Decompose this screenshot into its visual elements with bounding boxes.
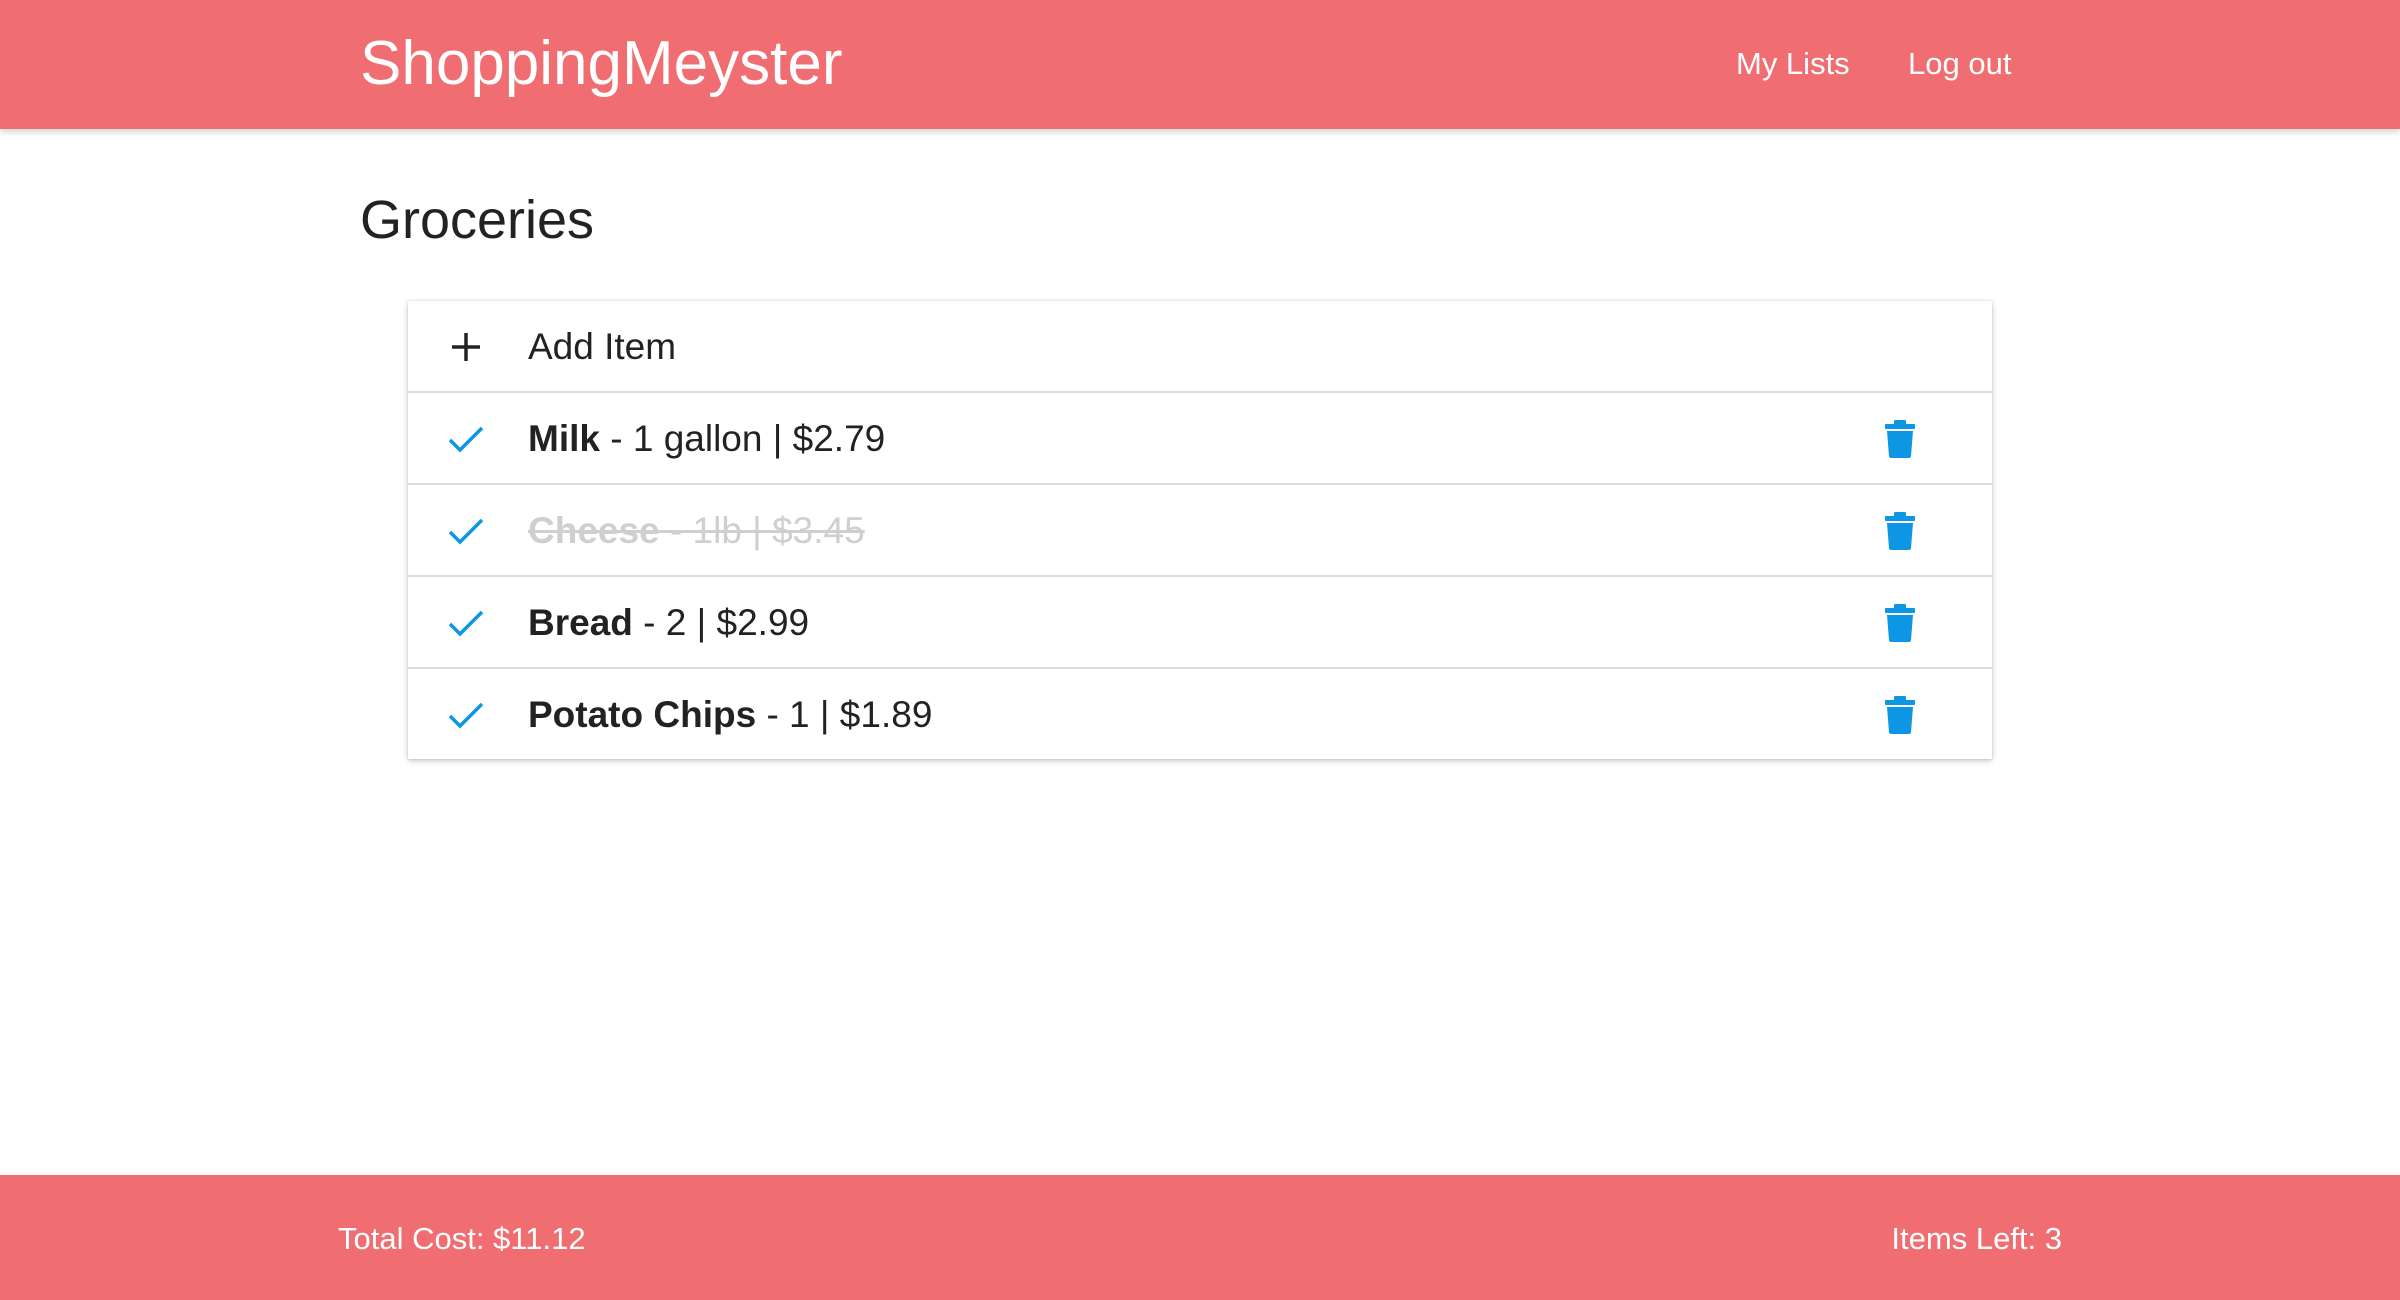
plus-icon[interactable] — [446, 327, 486, 367]
list-item-text: Potato Chips - 1 | $1.89 — [528, 691, 932, 739]
item-name: Potato Chips — [528, 694, 757, 735]
nav-log-out-link[interactable]: Log out — [1908, 44, 2011, 84]
item-name: Milk — [528, 418, 600, 459]
total-cost: Total Cost: $11.12 — [338, 1221, 586, 1256]
trash-icon[interactable] — [1884, 695, 1916, 735]
checkmark-icon[interactable] — [446, 695, 486, 735]
trash-icon[interactable] — [1884, 511, 1916, 551]
trash-icon[interactable] — [1884, 419, 1916, 459]
list-item[interactable]: Potato Chips - 1 | $1.89 — [408, 669, 1992, 761]
nav-my-lists-link[interactable]: My Lists — [1736, 44, 1850, 84]
item-detail: - 1 | $1.89 — [756, 694, 933, 735]
list-item-text: Milk - 1 gallon | $2.79 — [528, 415, 885, 463]
item-name: Bread — [528, 602, 633, 643]
checkmark-icon[interactable] — [446, 603, 486, 643]
shopping-list: Add Item Milk - 1 gallon | $2.79 Cheese … — [408, 301, 1992, 759]
items-left: Items Left: 3 — [1891, 1221, 2062, 1256]
add-item-label[interactable]: Add Item — [528, 323, 676, 371]
page-title: Groceries — [360, 190, 595, 250]
trash-icon[interactable] — [1884, 603, 1916, 643]
checkmark-icon[interactable] — [446, 419, 486, 459]
item-name: Cheese — [528, 510, 660, 551]
list-item[interactable]: Cheese - 1lb | $3.45 — [408, 485, 1992, 577]
add-item-row[interactable]: Add Item — [408, 301, 1992, 393]
list-item[interactable]: Milk - 1 gallon | $2.79 — [408, 393, 1992, 485]
list-item[interactable]: Bread - 2 | $2.99 — [408, 577, 1992, 669]
list-item-text: Bread - 2 | $2.99 — [528, 599, 809, 647]
item-detail: - 1lb | $3.45 — [659, 510, 865, 551]
checkmark-icon[interactable] — [446, 511, 486, 551]
item-detail: - 1 gallon | $2.79 — [599, 418, 886, 459]
brand-logo-text[interactable]: ShoppingMeyster — [360, 28, 843, 100]
app-footer: Total Cost: $11.12 Items Left: 3 — [0, 1175, 2400, 1300]
item-detail: - 2 | $2.99 — [632, 602, 810, 643]
app-header: ShoppingMeyster My Lists Log out — [0, 0, 2400, 129]
list-item-text: Cheese - 1lb | $3.45 — [528, 507, 865, 555]
